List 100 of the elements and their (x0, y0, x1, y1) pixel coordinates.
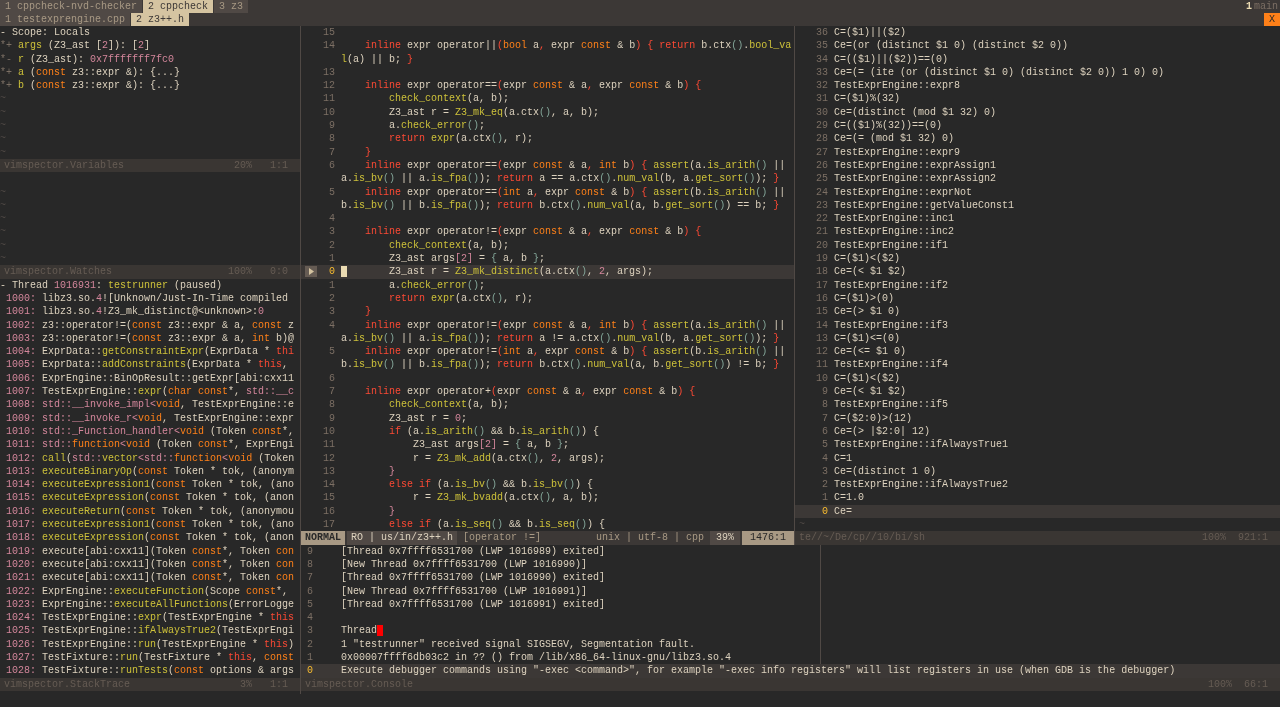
terminal-line: TestExprEngine::if2 (834, 278, 949, 292)
code-line: a.check_error(); (389, 278, 486, 292)
stack-frame[interactable]: 1001: libz3.so.4!Z3_mk_distinct@<unknown>:0 (0, 305, 300, 319)
line-number: 29 (816, 120, 828, 132)
scope-header[interactable]: - Scope: Locals (0, 26, 300, 40)
stack-frame[interactable]: 1008: std::__invoke_impl<void, TestExprEngine::e (0, 398, 300, 412)
terminal-line: C=($1)<($2) (834, 252, 900, 266)
code-line: if (a.is_arith() && b.is_arith()) { (389, 424, 600, 439)
variable-entry[interactable]: *- r (Z3_ast): 0x7fffffff7fc0 (0, 52, 300, 66)
code-line: inline expr operator!=(expr const & a, int b) { assert(a.is_arith() || (365, 318, 786, 332)
stack-frame[interactable]: 1024: TestExprEngine::expr(TestExprEngine * this (0, 611, 300, 625)
terminal-line: C=(($1)||($2))==(0) (834, 52, 949, 66)
text-cursor (341, 266, 347, 278)
terminal-line: TestExprEngine::ifAlwaysTrue1 (834, 438, 1009, 452)
code-line: a.is_bv() || a.is_fpa()); return a != a.ctx().num_val(b, a.get_sort()); } (341, 331, 780, 346)
stack-frame[interactable]: 1005: ExprData::addConstraints(ExprData * this, (0, 358, 300, 372)
terminal-line: Ce=(< $1 $2) (834, 265, 906, 279)
code-line: Z3_ast args[2] = { a, b }; (413, 438, 570, 452)
line-number: 20 (816, 239, 828, 251)
line-number: 6 (822, 425, 828, 437)
stack-frame[interactable]: 1006: ExprEngine::BinOpResult::getExpr[abi:cxx11 (0, 371, 300, 386)
empty-line-marker: ~ (0, 198, 6, 213)
stack-frame[interactable]: 1020: execute[abi:cxx11](Token const*, Token con (0, 557, 300, 572)
code-line: r = Z3_mk_bvadd(a.ctx(), a, b); (413, 491, 600, 505)
line-number: 1 (329, 279, 335, 291)
stack-frame[interactable]: 1027: TestFixture::run(TestFixture * this, const (0, 651, 300, 665)
line-number: 6 (307, 585, 313, 597)
stack-frame[interactable]: 1028: TestFixture::runTests(const options & args (0, 664, 300, 678)
stack-frame[interactable]: 1016: executeReturn(const Token * tok, (anonymou (0, 504, 300, 519)
terminal-line: Ce= (834, 504, 852, 518)
stack-frame[interactable]: 1023: ExprEngine::executeAllFunctions(ErrorLogge (0, 597, 300, 612)
code-line: check_context(a, b); (389, 92, 510, 106)
code-line: Z3_ast r = Z3_mk_distinct(a.ctx(), 2, args); (389, 265, 654, 279)
empty-line-marker: ~ (799, 518, 805, 532)
line-number: 13 (323, 465, 335, 477)
line-number: 4 (307, 612, 313, 624)
stack-frame[interactable]: 1000: libz3.so.4![Unknown/Just-In-Time compiled (0, 292, 300, 306)
close-button[interactable]: X (1264, 13, 1280, 26)
line-number: 11 (816, 359, 828, 371)
line-number: 18 (816, 266, 828, 278)
workspace-tab[interactable]: 2 cppcheck (143, 0, 214, 13)
variable-entry[interactable]: *+ b (const z3::expr &): {...} (0, 79, 300, 93)
stack-frame[interactable]: 1019: execute[abi:cxx11](Token const*, Token con (0, 544, 300, 558)
stack-frame[interactable]: 1010: std::_Function_handler<void (Token const*, (0, 424, 300, 439)
stack-frame[interactable]: 1021: execute[abi:cxx11](Token const*, Token con (0, 571, 300, 585)
stack-frame[interactable]: 1007: TestExprEngine::expr(char const*, std::__c (0, 385, 300, 399)
line-number: 5 (329, 186, 335, 198)
stack-frame[interactable]: 1025: TestExprEngine::ifAlwaysTrue2(TestExprEngi (0, 624, 300, 638)
line-number: 16 (816, 292, 828, 304)
line-number: 24 (816, 186, 828, 198)
stack-frame[interactable]: 1026: TestExprEngine::run(TestExprEngine * this) (0, 637, 300, 651)
code-line: return expr(a.ctx(), r); (389, 132, 534, 146)
stack-frame[interactable]: 1013: executeBinaryOp(const Token * tok, (anonym (0, 464, 300, 479)
stack-frame[interactable]: 1002: z3::operator!=(const z3::expr & a, const z (0, 318, 300, 332)
line-number: 10 (323, 106, 335, 118)
line-number: 6 (329, 159, 335, 171)
stack-frame[interactable]: 1022: ExprEngine::executeFunction(Scope const*, (0, 584, 300, 598)
stack-frame[interactable]: 1017: executeExpression1(const Token * tok, (ano (0, 518, 300, 532)
line-number: 21 (816, 226, 828, 238)
stack-frame[interactable]: 1015: executeExpression(const Token * tok, (anon (0, 491, 300, 505)
line-number: 14 (323, 40, 335, 52)
line-number: 10 (323, 425, 335, 437)
code-line: check_context(a, b); (389, 398, 510, 412)
stack-frame[interactable]: 1011: std::function<void (Token const*, ExprEngi (0, 438, 300, 452)
console-line: [Thread 0x7ffff6531700 (LWP 1016991) exited] (341, 597, 606, 612)
line-number: 2 (307, 638, 313, 650)
stack-frame[interactable]: 1012: call(std::vector<std::function<void (Token (0, 451, 300, 465)
line-number: 7 (329, 146, 335, 158)
terminal-line: TestExprEngine::exprAssign2 (834, 172, 997, 186)
code-line: inline expr operator+(expr const & a, expr const & b) { (365, 385, 696, 399)
cursor-position: 1476:1 (742, 531, 794, 545)
line-number: 36 (816, 27, 828, 38)
line-number: 11 (323, 439, 335, 451)
line-number: 2 (329, 292, 335, 304)
branch-label: main (1254, 0, 1279, 13)
line-number: 12 (816, 346, 828, 358)
stack-frame[interactable]: 1009: std::__invoke_r<void, TestExprEngine::expr (0, 411, 300, 425)
line-number: 1 (329, 253, 335, 265)
console-line: 0x00007ffff6db03c2 in ?? () from /lib/x86_64-linux-gnu/libz3.so.4 (341, 651, 732, 665)
thread-entry[interactable]: - Thread 1016931: testrunner (paused) (0, 278, 300, 292)
code-line: check_context(a, b); (389, 238, 510, 253)
stack-frame[interactable]: 1014: executeExpression1(const Token * tok, (ano (0, 478, 300, 492)
terminal-line: Ce=(= (mod $1 32) 0) (834, 132, 955, 146)
variable-entry[interactable]: *+ args (Z3_ast [2]): [2] (0, 39, 300, 53)
terminal-line: TestExprEngine::if1 (834, 238, 949, 253)
stack-frame[interactable]: 1004: ExprData::getConstraintExpr(ExprData * thi (0, 345, 300, 359)
stack-frame[interactable]: 1018: executeExpression(const Token * tok, (anon (0, 531, 300, 545)
line-number: 8 (329, 133, 335, 145)
terminal-line: C=1.0 (834, 491, 864, 505)
code-line: else if (a.is_bv() && b.is_bv()) { (389, 478, 594, 492)
mode-indicator: NORMAL (301, 531, 345, 545)
line-number: 32 (816, 80, 828, 92)
variable-entry[interactable]: *+ a (const z3::expr &): {...} (0, 65, 300, 80)
line-number: 35 (816, 40, 828, 52)
buffer-tab[interactable]: 2 z3++.h (131, 13, 190, 26)
console-line: [New Thread 0x7ffff6531700 (LWP 1016991)] (341, 584, 588, 598)
empty-line-marker: ~ (0, 212, 6, 226)
stack-frame[interactable]: 1003: z3::operator!=(const z3::expr & a, int b)@ (0, 331, 300, 346)
terminal-line: TestExprEngine::getValueConst1 (834, 198, 1015, 213)
line-number: 3 (307, 625, 313, 637)
